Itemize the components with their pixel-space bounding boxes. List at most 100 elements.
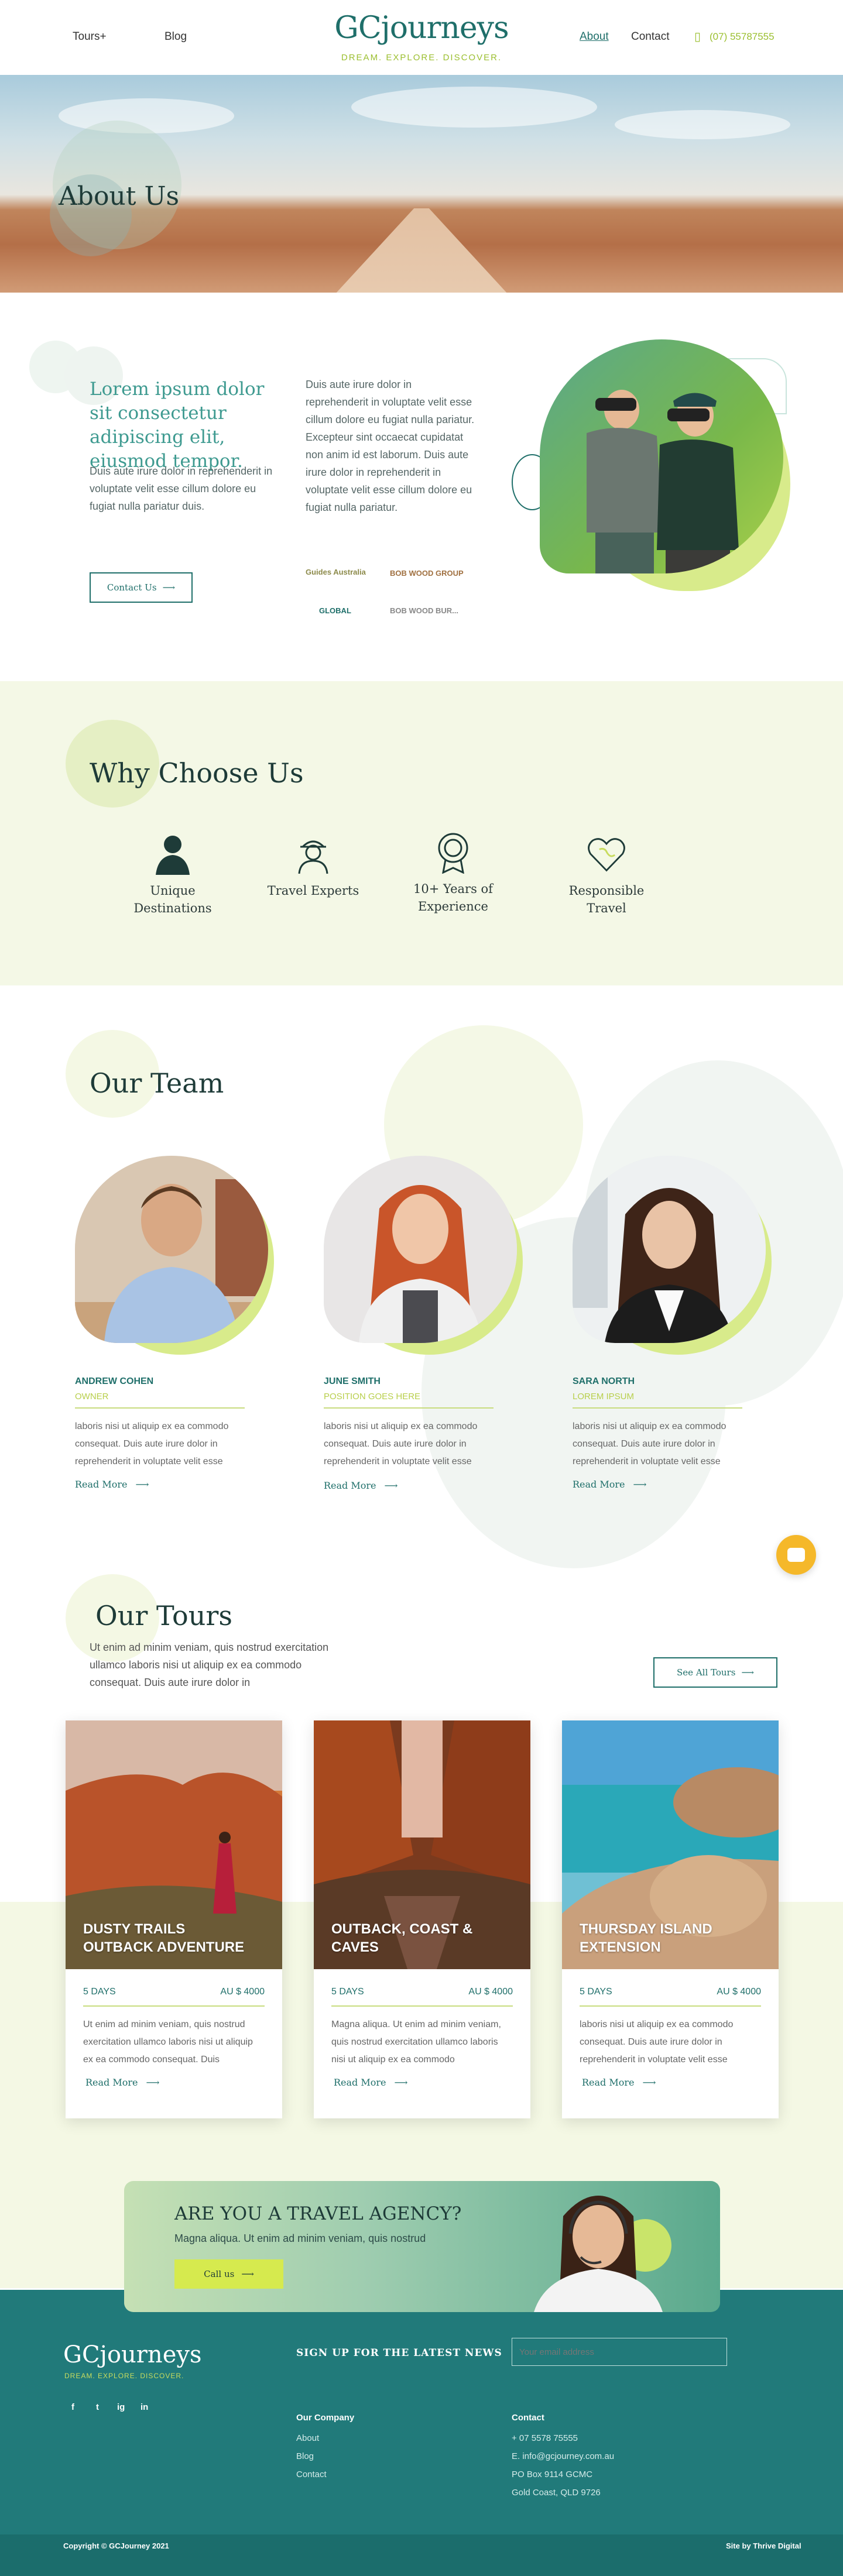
- partner-logo-bob-wood-bur: BOB WOOD BUR...: [390, 606, 458, 615]
- agency-title: ARE YOU A TRAVEL AGENCY?: [174, 2203, 462, 2224]
- tour-description: Magna aliqua. Ut enim ad minim veniam, q…: [331, 2019, 501, 2065]
- call-us-button[interactable]: Call us ⟶: [174, 2259, 283, 2289]
- travelers-binoculars-photo: [540, 339, 783, 573]
- site-footer: GCjourneys DREAM. EXPLORE. DISCOVER. SIG…: [0, 2290, 843, 2576]
- tour-price: AU $ 4000: [220, 1987, 265, 1997]
- copyright: Copyright © GCJourney 2021: [63, 2541, 169, 2550]
- tour-title: DUSTY TRAILS OUTBACK ADVENTURE: [83, 1921, 245, 1955]
- contact-phone[interactable]: + 07 5578 75555: [512, 2429, 614, 2447]
- arrow-right-icon: ⟶: [741, 1667, 754, 1678]
- newsletter-email-input[interactable]: [512, 2338, 727, 2366]
- company-title: Our Company: [296, 2413, 355, 2423]
- arrow-right-icon: ⟶: [146, 2077, 160, 2088]
- contact-po-box: PO Box 9114 GCMC: [512, 2469, 593, 2479]
- footer-link-blog[interactable]: Blog: [296, 2447, 327, 2465]
- feature-unique-destinations: Unique Destinations: [120, 834, 225, 917]
- tours-title: Our Tours: [95, 1600, 232, 1632]
- team-member-photo: [75, 1156, 268, 1343]
- arrow-right-icon: ⟶: [642, 2077, 656, 2088]
- tour-title: THURSDAY ISLAND EXTENSION: [580, 1921, 712, 1955]
- read-more-link[interactable]: Read More ⟶: [334, 2077, 530, 2088]
- arrow-right-icon: ⟶: [241, 2269, 254, 2279]
- newsletter-title: SIGN UP FOR THE LATEST NEWS: [296, 2347, 502, 2359]
- tours-intro: Ut enim ad minim veniam, quis nostrud ex…: [90, 1641, 329, 1688]
- footer-link-contact[interactable]: Contact: [296, 2465, 327, 2484]
- read-more-link[interactable]: Read More ⟶: [85, 2077, 282, 2088]
- tour-image: THURSDAY ISLAND EXTENSION: [562, 1720, 779, 1969]
- facebook-icon[interactable]: f: [71, 2402, 74, 2412]
- arrow-right-icon: ⟶: [633, 1479, 647, 1490]
- partner-logo-global: GLOBAL: [319, 606, 351, 615]
- team-member-card: JUNE SMITH POSITION GOES HERE laboris ni…: [324, 1156, 523, 1491]
- member-role: OWNER: [75, 1392, 109, 1402]
- twitter-icon[interactable]: t: [96, 2402, 99, 2412]
- nav-contact[interactable]: Contact: [631, 30, 669, 43]
- intro-heading: Lorem ipsum dolor sit consectetur adipis…: [90, 379, 265, 472]
- nav-blog[interactable]: Blog: [165, 30, 187, 43]
- instagram-icon[interactable]: ig: [117, 2402, 125, 2412]
- read-more-link[interactable]: Read More ⟶: [582, 2077, 779, 2088]
- phone-icon: ▯: [694, 30, 701, 43]
- nav-tours[interactable]: Tours+: [73, 30, 107, 43]
- read-more-link[interactable]: Read More ⟶: [324, 1480, 523, 1491]
- chat-icon: [787, 1548, 805, 1562]
- phone-link[interactable]: (07) 55787555: [710, 31, 775, 43]
- contact-title: Contact: [512, 2413, 544, 2423]
- site-credit[interactable]: Site by Thrive Digital: [726, 2541, 801, 2550]
- arrow-right-icon: ⟶: [384, 1480, 398, 1491]
- tour-card[interactable]: OUTBACK, COAST & CAVES 5 DAYS AU $ 4000 M…: [314, 1720, 530, 2118]
- member-role: POSITION GOES HERE: [324, 1392, 421, 1402]
- tour-image: OUTBACK, COAST & CAVES: [314, 1720, 530, 1969]
- intro-text-right: Duis aute irure dolor in reprehenderit i…: [306, 379, 475, 513]
- see-all-tours-button[interactable]: See All Tours ⟶: [653, 1657, 777, 1688]
- footer-logo-tagline: DREAM. EXPLORE. DISCOVER.: [64, 2372, 184, 2380]
- member-role: LOREM IPSUM: [573, 1392, 635, 1402]
- tour-card[interactable]: DUSTY TRAILS OUTBACK ADVENTURE 5 DAYS AU …: [66, 1720, 282, 2118]
- page-title: About Us: [59, 181, 180, 211]
- team-title: Our Team: [90, 1067, 224, 1099]
- travel-agency-banner: ARE YOU A TRAVEL AGENCY? Magna aliqua. U…: [124, 2181, 720, 2312]
- footer-link-about[interactable]: About: [296, 2429, 327, 2447]
- member-name: JUNE SMITH: [324, 1376, 381, 1386]
- partner-logo-guides-australia: Guides Australia: [306, 568, 366, 576]
- site-header: Tours+ Blog GCjourneys DREAM. EXPLORE. D…: [0, 0, 843, 75]
- team-member-card: ANDREW COHEN OWNER laboris nisi ut aliqu…: [75, 1156, 274, 1490]
- tour-duration: 5 DAYS: [83, 1987, 116, 1997]
- feature-travel-experts: Travel Experts: [261, 834, 366, 899]
- contact-us-button[interactable]: Contact Us ⟶: [90, 572, 193, 603]
- intro-text-left: Duis aute irure dolor in reprehenderit i…: [90, 465, 273, 512]
- tour-description: laboris nisi ut aliquip ex ea commodo co…: [580, 2019, 734, 2065]
- agency-text: Magna aliqua. Ut enim ad minim veniam, q…: [174, 2232, 426, 2244]
- linkedin-icon[interactable]: in: [140, 2402, 148, 2412]
- tour-title: OUTBACK, COAST & CAVES: [331, 1921, 473, 1955]
- member-name: SARA NORTH: [573, 1376, 635, 1386]
- tour-duration: 5 DAYS: [580, 1987, 612, 1997]
- logo-tagline: DREAM. EXPLORE. DISCOVER.: [341, 53, 502, 63]
- arrow-right-icon: ⟶: [162, 582, 176, 593]
- team-member-photo: [324, 1156, 517, 1343]
- road-image: [328, 208, 515, 293]
- heart-globe-icon: [586, 834, 627, 875]
- contact-city: Gold Coast, QLD 9726: [512, 2488, 601, 2498]
- site-logo[interactable]: GCjourneys: [328, 11, 515, 46]
- tour-description: Ut enim ad minim veniam, quis nostrud ex…: [83, 2019, 253, 2065]
- member-bio: laboris nisi ut aliquip ex ea commodo co…: [75, 1421, 229, 1466]
- hero-banner: About Us: [0, 75, 843, 293]
- guide-icon: [293, 834, 334, 875]
- member-name: ANDREW COHEN: [75, 1376, 154, 1386]
- award-icon: [433, 832, 474, 874]
- nav-about[interactable]: About: [580, 30, 609, 43]
- why-title: Why Choose Us: [90, 757, 304, 789]
- read-more-link[interactable]: Read More ⟶: [75, 1479, 274, 1490]
- member-bio: laboris nisi ut aliquip ex ea commodo co…: [573, 1421, 727, 1466]
- tour-image: DUSTY TRAILS OUTBACK ADVENTURE: [66, 1720, 282, 1969]
- contact-email[interactable]: E. info@gcjourney.com.au: [512, 2447, 614, 2465]
- chat-button[interactable]: [776, 1535, 816, 1575]
- read-more-link[interactable]: Read More ⟶: [573, 1479, 772, 1490]
- member-bio: laboris nisi ut aliquip ex ea commodo co…: [324, 1421, 478, 1466]
- support-agent-photo: [522, 2181, 674, 2312]
- tour-price: AU $ 4000: [717, 1987, 761, 1997]
- footer-logo[interactable]: GCjourneys: [63, 2341, 201, 2368]
- team-member-photo: [573, 1156, 766, 1343]
- tour-card[interactable]: THURSDAY ISLAND EXTENSION 5 DAYS AU $ 400…: [562, 1720, 779, 2118]
